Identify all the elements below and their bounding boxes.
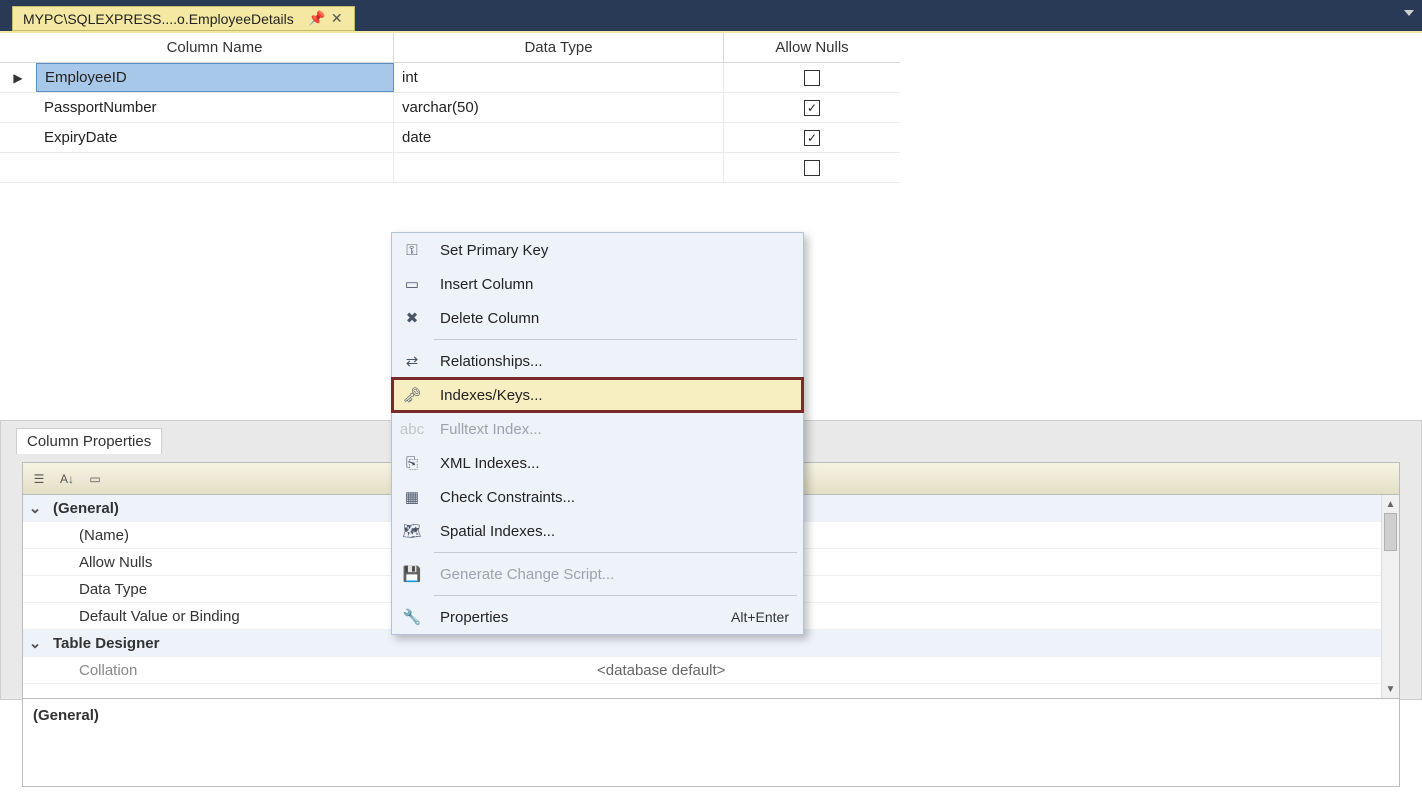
properties-scrollbar[interactable]: ▲ ▼ [1381,495,1399,698]
property-row[interactable]: Collation<database default> [23,657,1399,684]
menu-item-relationships[interactable]: ⇄Relationships... [392,344,803,378]
key-icon: ⚿ [392,242,432,259]
row-selector[interactable] [0,123,36,152]
allow-nulls-checkbox[interactable] [804,160,820,176]
property-value[interactable]: <database default> [597,662,1399,679]
table-row[interactable] [0,153,900,183]
cell-allow-nulls[interactable] [724,153,900,182]
scroll-thumb[interactable] [1384,513,1397,551]
menu-item-label: Properties [432,609,731,626]
cell-data-type[interactable] [394,153,724,182]
properties-tab[interactable]: Column Properties [16,428,162,454]
relationships-icon: ⇄ [392,352,432,370]
scroll-up-icon[interactable]: ▲ [1382,495,1399,513]
xml-indexes-icon: ⎘ [392,455,432,472]
grid-header: Column Name Data Type Allow Nulls [0,33,900,63]
categorized-view-button[interactable]: ☰ [27,467,51,491]
cell-column-name[interactable]: EmployeeID [36,63,394,92]
row-selector-header [0,33,36,62]
chevron-down-icon[interactable]: ⌄ [23,634,47,652]
cell-allow-nulls[interactable]: ✓ [724,93,900,122]
context-menu: ⚿Set Primary Key▭Insert Column✖Delete Co… [391,232,804,635]
properties-icon: 🔧 [392,608,432,626]
cell-allow-nulls[interactable] [724,63,900,92]
menu-item-label: Fulltext Index... [432,421,803,438]
document-tab[interactable]: MYPC\SQLEXPRESS....o.EmployeeDetails 📌 ✕ [12,6,355,31]
cell-column-name[interactable]: PassportNumber [36,93,394,122]
menu-item-label: Spatial Indexes... [432,523,803,540]
check-constraints-icon: ▦ [392,488,432,506]
menu-item-set-primary-key[interactable]: ⚿Set Primary Key [392,233,803,267]
row-selector[interactable] [0,153,36,182]
tab-title: MYPC\SQLEXPRESS....o.EmployeeDetails [23,11,294,27]
menu-item-label: Generate Change Script... [432,566,803,583]
menu-item-xml-indexes[interactable]: ⎘XML Indexes... [392,446,803,480]
menu-item-label: XML Indexes... [432,455,803,472]
indexes-keys-icon: 🗝 [392,386,432,404]
menu-item-fulltext-index: abcFulltext Index... [392,412,803,446]
cell-column-name[interactable]: ExpiryDate [36,123,394,152]
property-label: Collation [47,662,597,679]
header-column-name[interactable]: Column Name [36,33,394,62]
table-row[interactable]: ExpiryDatedate ✓ [0,123,900,153]
table-designer-grid: Column Name Data Type Allow Nulls ▶Emplo… [0,33,900,183]
properties-description: (General) [23,698,1399,786]
chevron-down-icon[interactable]: ⌄ [23,499,47,517]
menu-item-shortcut: Alt+Enter [731,609,803,625]
menu-separator [434,595,797,596]
cell-allow-nulls[interactable]: ✓ [724,123,900,152]
menu-item-delete-column[interactable]: ✖Delete Column [392,301,803,335]
menu-item-label: Indexes/Keys... [432,387,803,404]
menu-item-label: Relationships... [432,353,803,370]
menu-item-label: Set Primary Key [432,242,803,259]
allow-nulls-checkbox[interactable]: ✓ [804,100,820,116]
menu-item-label: Insert Column [432,276,803,293]
table-row[interactable]: ▶EmployeeIDint [0,63,900,93]
menu-separator [434,339,797,340]
menu-item-indexes-keys[interactable]: 🗝Indexes/Keys... [392,378,803,412]
pin-icon[interactable]: 📌 [310,12,324,26]
cell-data-type[interactable]: varchar(50) [394,93,724,122]
header-allow-nulls[interactable]: Allow Nulls [724,33,900,62]
fulltext-index-icon: abc [392,421,432,438]
allow-nulls-checkbox[interactable] [804,70,820,86]
generate-script-icon: 💾 [392,565,432,583]
menu-item-label: Delete Column [432,310,803,327]
menu-item-insert-column[interactable]: ▭Insert Column [392,267,803,301]
cell-data-type[interactable]: date [394,123,724,152]
alphabetical-view-button[interactable]: A↓ [55,467,79,491]
titlebar: MYPC\SQLEXPRESS....o.EmployeeDetails 📌 ✕ [0,0,1422,33]
delete-column-icon: ✖ [392,309,432,327]
scroll-down-icon[interactable]: ▼ [1382,680,1399,698]
property-group-label: Table Designer [47,635,597,652]
cell-data-type[interactable]: int [394,63,724,92]
row-selector[interactable] [0,93,36,122]
table-row[interactable]: PassportNumbervarchar(50) ✓ [0,93,900,123]
menu-item-generate-change-script: 💾Generate Change Script... [392,557,803,591]
property-pages-button[interactable]: ▭ [83,467,107,491]
allow-nulls-checkbox[interactable]: ✓ [804,130,820,146]
menu-separator [434,552,797,553]
cell-column-name[interactable] [36,153,394,182]
close-icon[interactable]: ✕ [330,12,344,26]
header-data-type[interactable]: Data Type [394,33,724,62]
menu-item-properties[interactable]: 🔧PropertiesAlt+Enter [392,600,803,634]
insert-column-icon: ▭ [392,275,432,293]
menu-item-check-constraints[interactable]: ▦Check Constraints... [392,480,803,514]
menu-item-spatial-indexes[interactable]: 🗺Spatial Indexes... [392,514,803,548]
menu-item-label: Check Constraints... [432,489,803,506]
spatial-indexes-icon: 🗺 [392,522,432,540]
tab-overflow-dropdown[interactable] [1404,10,1414,16]
row-selector[interactable]: ▶ [0,63,36,92]
